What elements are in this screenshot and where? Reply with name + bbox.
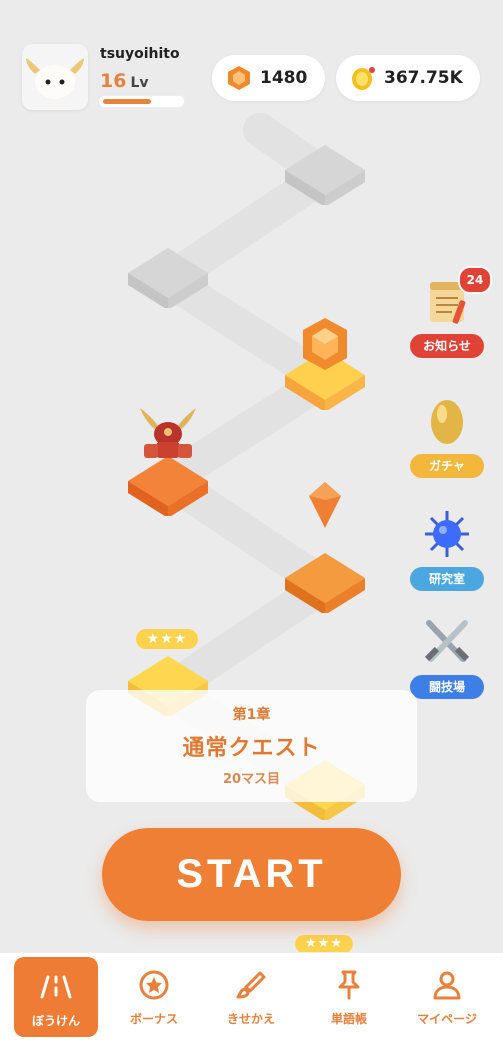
virus-icon [425,511,469,557]
stars-badge: ★★★ [295,935,353,953]
samurai-armor-icon [140,408,196,458]
avatar-character-icon [26,58,84,99]
nav-bonus[interactable]: ボーナス [112,955,196,1039]
player-level: 16 Lv [100,70,149,92]
level-unit: Lv [130,75,149,91]
xp-progress-fill [103,99,151,104]
nav-label: きせかえ [226,1012,275,1026]
arena-button[interactable]: 闘技場 [410,615,484,699]
level-number: 16 [100,70,127,92]
nav-adventure[interactable]: ぼうけん [14,957,98,1037]
quest-chapter: 第1章 [232,707,271,723]
nav-label: 単語帳 [330,1012,367,1026]
map-tile-locked[interactable] [285,145,365,205]
username: tsuyoihito [100,46,180,62]
person-icon [433,971,461,1000]
arena-label: 闘技場 [410,675,484,699]
xp-progress-bar [99,96,184,107]
nav-my-page[interactable]: マイページ [405,955,489,1039]
golden-egg-icon [431,400,463,444]
star-circle-icon [139,970,169,1000]
quest-progress: 20マス目 [222,772,281,787]
road-icon [40,975,72,999]
nav-label: マイページ [417,1012,477,1026]
start-button[interactable]: START [102,828,401,921]
map-tile-locked[interactable] [128,248,208,308]
nav-label: ぼうけん [31,1014,80,1028]
notification-badge: 24 [458,266,492,294]
lab-button[interactable]: 研究室 [410,505,484,591]
news-label: お知らせ [410,334,484,358]
coin-count: 367.75K [384,68,463,88]
gem-count: 1480 [260,68,308,88]
gem-icon [303,318,347,370]
gacha-label: ガチャ [410,454,484,478]
quest-title: 通常クエスト [182,736,321,761]
coin-icon [352,67,375,90]
nav-vocabulary[interactable]: 単語帳 [307,955,391,1039]
avatar[interactable] [22,44,88,110]
stars-badge: ★★★ [136,629,198,649]
quest-info-card: 第1章 通常クエスト 20マス目 [86,690,417,802]
nav-label: ボーナス [129,1012,178,1026]
gem-counter[interactable]: 1480 [212,55,325,101]
crossed-swords-icon [424,620,470,662]
current-position-marker-icon [309,482,341,528]
brush-icon [236,971,266,999]
nav-dress-up[interactable]: きせかえ [209,955,293,1039]
lab-label: 研究室 [410,567,484,591]
gem-icon [228,66,250,90]
gacha-button[interactable]: ガチャ [410,392,484,478]
map-tile-current[interactable] [285,553,365,613]
coin-counter[interactable]: 367.75K [336,55,480,101]
bottom-navigation: ぼうけん ボーナス きせかえ 単語帳 マイページ [0,952,503,1041]
pin-icon [338,970,360,1000]
